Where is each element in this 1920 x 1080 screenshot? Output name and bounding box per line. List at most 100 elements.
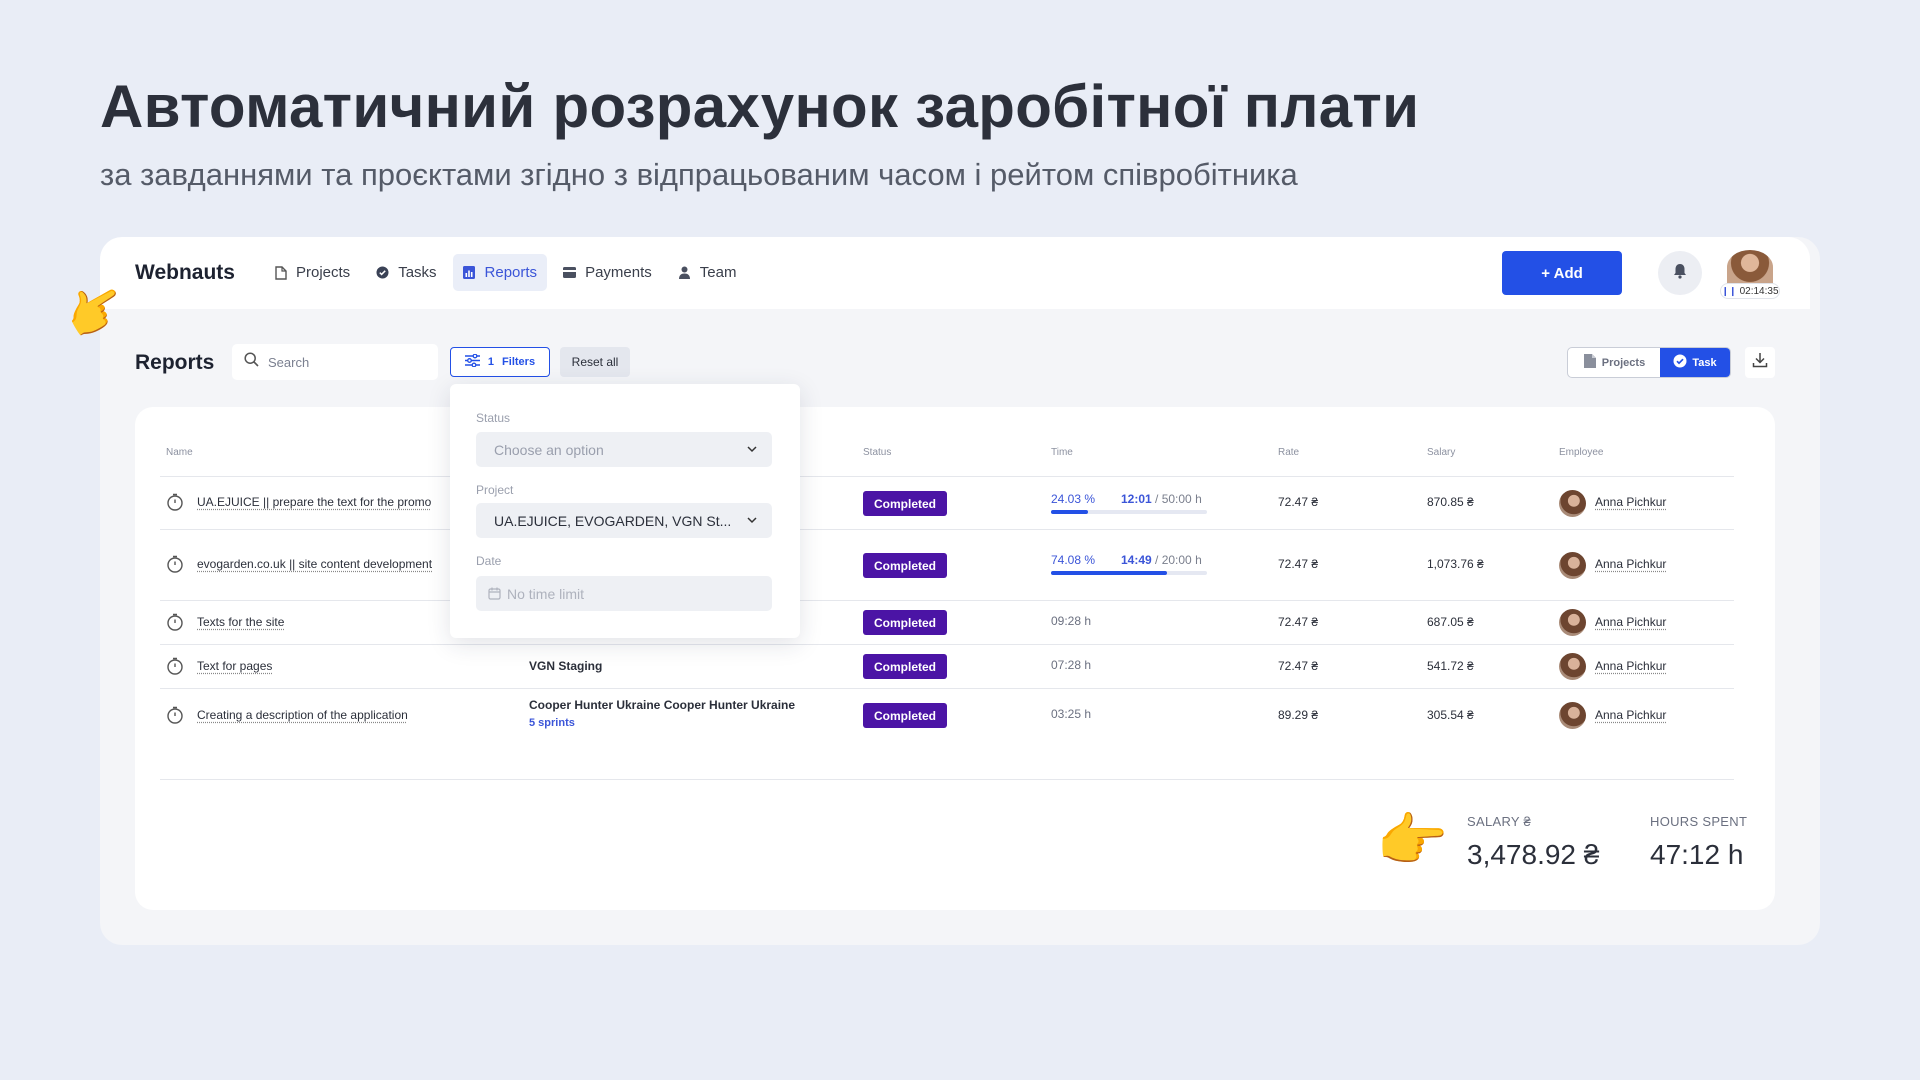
chevron-down-icon xyxy=(747,446,757,453)
status-filter-label: Status xyxy=(476,411,511,425)
time-spent: 09:28 h xyxy=(1051,614,1092,628)
table-row[interactable]: UA.EJUICE || prepare the text for the pr… xyxy=(160,476,1734,529)
salary-summary-value: 3,478.92 ₴ xyxy=(1467,839,1600,870)
employee-name-link[interactable]: Anna Pichkur xyxy=(1595,615,1666,629)
salary-value: 541.72 ₴ xyxy=(1427,659,1474,673)
employee-avatar xyxy=(1559,609,1586,636)
status-badge: Completed xyxy=(863,553,947,578)
salary-value: 870.85 ₴ xyxy=(1427,495,1474,509)
project-sprints[interactable]: 5 sprints xyxy=(529,717,795,729)
time-tracker[interactable]: ❙❙ 02:14:35 xyxy=(1720,283,1780,299)
table-row[interactable]: Text for pages VGN Staging Completed 07:… xyxy=(160,644,1734,688)
time-progress-bar xyxy=(1051,571,1207,575)
reports-table-card: Name Status Time Rate Salary Employee UA… xyxy=(135,407,1775,910)
task-name-link[interactable]: evogarden.co.uk || site content developm… xyxy=(197,557,432,571)
filters-label: Filters xyxy=(502,356,536,368)
check-circle-icon xyxy=(376,266,389,280)
project-select[interactable]: UA.EJUICE, EVOGARDEN, VGN St... xyxy=(476,503,772,538)
employee-name-link[interactable]: Anna Pichkur xyxy=(1595,708,1666,722)
nav-item-reports[interactable]: Reports xyxy=(452,254,548,291)
task-name-link[interactable]: Creating a description of the applicatio… xyxy=(197,708,408,722)
project-name[interactable]: VGN Staging xyxy=(529,659,602,673)
filters-button[interactable]: 1 Filters xyxy=(450,347,550,377)
time-progress-fill xyxy=(1051,510,1089,514)
salary-value: 305.54 ₴ xyxy=(1427,708,1474,722)
hours-summary: HOURS SPENT 47:12 h xyxy=(1650,814,1747,871)
column-employee[interactable]: Employee xyxy=(1559,447,1603,458)
hours-summary-label: HOURS SPENT xyxy=(1650,814,1748,829)
nav-item-label: Tasks xyxy=(398,264,437,281)
rate-value: 72.47 ₴ xyxy=(1278,557,1319,571)
search-box[interactable] xyxy=(232,344,438,380)
task-name-link[interactable]: Texts for the site xyxy=(197,615,284,629)
main-nav: Projects Tasks Reports Payments Team xyxy=(264,254,746,291)
notifications-button[interactable] xyxy=(1658,251,1702,295)
nav-item-label: Payments xyxy=(585,264,652,281)
employee-avatar xyxy=(1559,702,1586,729)
time-current: 14:49 xyxy=(1121,553,1152,567)
time-progress-bar xyxy=(1051,510,1207,514)
nav-item-label: Team xyxy=(699,264,737,281)
stopwatch-icon xyxy=(167,555,183,573)
stopwatch-icon xyxy=(167,613,183,631)
user-avatar[interactable] xyxy=(1727,250,1773,284)
rate-value: 72.47 ₴ xyxy=(1278,495,1319,509)
view-task-button[interactable]: Task xyxy=(1660,348,1730,377)
stopwatch-icon xyxy=(167,706,183,724)
download-button[interactable] xyxy=(1745,347,1775,378)
nav-item-tasks[interactable]: Tasks xyxy=(366,254,446,291)
salary-value: 687.05 ₴ xyxy=(1427,615,1474,629)
filters-count: 1 xyxy=(487,356,495,368)
table-row[interactable]: Texts for the site Completed 09:28 h 72.… xyxy=(160,600,1734,644)
column-name[interactable]: Name xyxy=(166,447,193,458)
table-row[interactable]: evogarden.co.uk || site content developm… xyxy=(160,529,1734,600)
nav-item-payments[interactable]: Payments xyxy=(553,254,662,291)
timer-value: 02:14:35 xyxy=(1739,285,1779,297)
status-badge: Completed xyxy=(863,703,947,728)
column-salary[interactable]: Salary xyxy=(1427,447,1455,458)
rate-value: 72.47 ₴ xyxy=(1278,615,1319,629)
time-progress-fill xyxy=(1051,571,1167,575)
sliders-icon xyxy=(464,353,480,370)
date-picker[interactable]: No time limit xyxy=(476,576,772,611)
employee-avatar xyxy=(1559,490,1586,517)
reset-all-button[interactable]: Reset all xyxy=(560,347,630,377)
add-button[interactable]: + Add xyxy=(1502,251,1622,295)
view-toggle: Projects Task xyxy=(1567,347,1731,378)
status-select[interactable]: Choose an option xyxy=(476,432,772,467)
card-icon xyxy=(563,266,577,280)
salary-value: 1,073.76 ₴ xyxy=(1427,557,1484,571)
task-name-link[interactable]: UA.EJUICE || prepare the text for the pr… xyxy=(197,495,431,509)
project-name[interactable]: Cooper Hunter Ukraine Cooper Hunter Ukra… xyxy=(529,698,795,712)
employee-name-link[interactable]: Anna Pichkur xyxy=(1595,495,1666,509)
table-row[interactable]: Creating a description of the applicatio… xyxy=(160,688,1734,742)
brand-logo[interactable]: Webnauts xyxy=(135,261,235,285)
pointing-hand-icon: 👉 xyxy=(1376,808,1449,873)
time-percent: 24.03 % xyxy=(1051,492,1096,506)
column-status[interactable]: Status xyxy=(863,447,891,458)
bar-chart-icon xyxy=(463,266,476,280)
status-badge: Completed xyxy=(863,610,947,635)
nav-item-team[interactable]: Team xyxy=(668,254,747,291)
employee-name-link[interactable]: Anna Pichkur xyxy=(1595,557,1666,571)
status-badge: Completed xyxy=(863,654,947,679)
status-select-value: Choose an option xyxy=(494,441,604,458)
file-icon xyxy=(274,265,287,280)
time-total: / 20:00 h xyxy=(1151,553,1202,567)
time-total: / 50:00 h xyxy=(1151,492,1202,506)
pause-icon[interactable]: ❙❙ xyxy=(1721,286,1736,297)
salary-summary: SALARY ₴ 3,478.92 ₴ xyxy=(1467,814,1599,871)
reports-title: Reports xyxy=(135,351,215,374)
view-projects-button[interactable]: Projects xyxy=(1568,348,1660,377)
calendar-icon xyxy=(488,587,501,600)
employee-name-link[interactable]: Anna Pichkur xyxy=(1595,659,1666,673)
rate-value: 72.47 ₴ xyxy=(1278,659,1319,673)
nav-item-projects[interactable]: Projects xyxy=(264,254,360,291)
search-input[interactable] xyxy=(268,354,428,370)
column-time[interactable]: Time xyxy=(1051,447,1073,458)
bell-icon xyxy=(1673,263,1687,284)
column-rate[interactable]: Rate xyxy=(1278,447,1299,458)
task-name-link[interactable]: Text for pages xyxy=(197,659,272,673)
employee-avatar xyxy=(1559,653,1586,680)
filters-dropdown: Status Choose an option Project UA.EJUIC… xyxy=(450,384,800,638)
